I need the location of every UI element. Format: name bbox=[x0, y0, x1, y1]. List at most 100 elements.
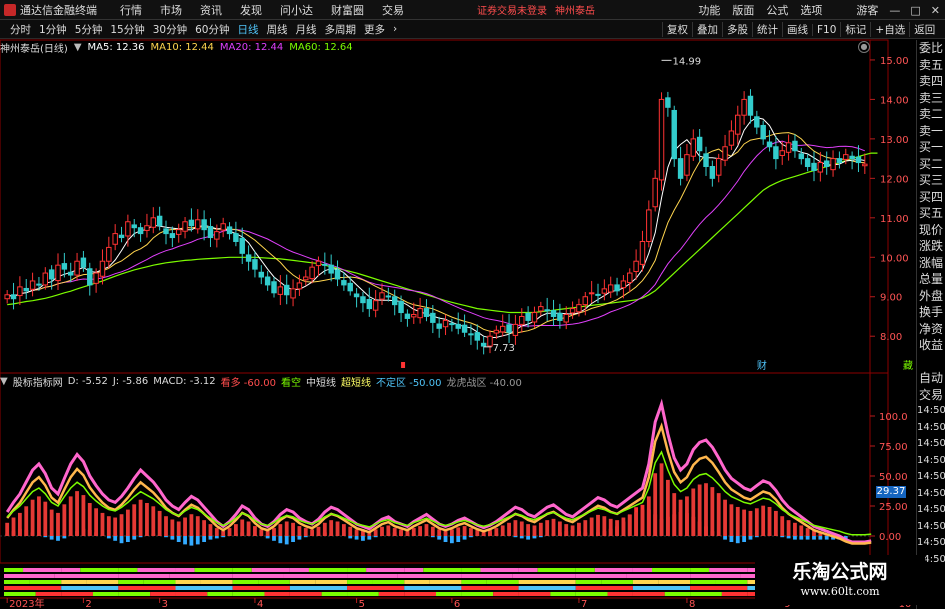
signal-ribbon-segment bbox=[404, 592, 436, 596]
signal-ribbon-segment bbox=[486, 580, 519, 584]
signal-ribbon-segment bbox=[461, 574, 513, 578]
right-panel-item[interactable]: 卖三 bbox=[917, 90, 945, 107]
candle-up bbox=[779, 150, 785, 156]
candle-up bbox=[442, 319, 449, 328]
right-panel-item[interactable]: 外盘 bbox=[917, 288, 945, 305]
right-panel-item[interactable]: 14:50 bbox=[917, 453, 945, 470]
signal-ribbon-segment bbox=[347, 580, 373, 584]
right-panel-item[interactable]: 卖一 bbox=[917, 123, 945, 140]
price-tick-label: 12.00 bbox=[880, 174, 909, 185]
candle-down bbox=[773, 146, 779, 160]
ma-info-bar: 神州泰岳(日线) ▼ MA5: 12.36 MA10: 12.44 MA20: … bbox=[0, 40, 359, 55]
right-panel-item[interactable]: 现价 bbox=[917, 222, 945, 239]
right-panel-item[interactable]: 14:50 bbox=[917, 420, 945, 437]
ma60-label: MA60: 12.64 bbox=[289, 41, 353, 53]
candle-down bbox=[226, 226, 233, 235]
chart-title: 神州泰岳(日线) bbox=[0, 43, 68, 55]
price-tick-label: 9.00 bbox=[880, 293, 902, 304]
indicator-select-icon[interactable]: ▼ bbox=[0, 376, 13, 387]
date-tick-label: 2 bbox=[85, 599, 91, 609]
candle-down bbox=[436, 323, 442, 329]
candle-up bbox=[601, 288, 608, 294]
right-panel-item[interactable]: 委比 bbox=[917, 40, 945, 57]
candle-down bbox=[36, 283, 42, 286]
right-panel-item[interactable]: 14:50 bbox=[917, 519, 945, 536]
right-panel-item[interactable]: 14:50 bbox=[917, 502, 945, 519]
right-panel-item[interactable]: 14:50 bbox=[917, 403, 945, 420]
signal-ribbon-segment bbox=[175, 568, 195, 572]
right-panel-item[interactable]: 换手 bbox=[917, 304, 945, 321]
candle-down bbox=[677, 158, 684, 179]
signal-ribbon-segment bbox=[80, 568, 119, 572]
candle-up bbox=[652, 177, 658, 208]
right-panel-item[interactable] bbox=[917, 354, 945, 371]
candle-down bbox=[156, 215, 163, 227]
right-panel-item[interactable]: 买一 bbox=[917, 139, 945, 156]
candle-up bbox=[684, 154, 690, 176]
signal-ribbon-segment bbox=[232, 586, 290, 590]
candle-up bbox=[309, 266, 315, 280]
candle-down bbox=[347, 282, 353, 292]
signal-ribbon-segment bbox=[632, 586, 691, 590]
signal-ribbon-segment bbox=[518, 580, 544, 584]
right-panel-item[interactable]: 14:50 bbox=[917, 486, 945, 503]
right-panel-item[interactable]: 14:50 bbox=[917, 469, 945, 486]
price-tick-label: 11.00 bbox=[880, 214, 909, 225]
ind-kk: 看空 bbox=[281, 377, 302, 389]
ind-lh: 龙虎战区 -40.00 bbox=[446, 377, 522, 389]
ind-tick-label: 75.00 bbox=[879, 442, 908, 453]
right-panel-item[interactable]: 买三 bbox=[917, 172, 945, 189]
signal-ribbon-segment bbox=[575, 592, 608, 596]
ind-zc: 中短线 bbox=[306, 377, 337, 389]
candle-up bbox=[862, 163, 868, 167]
right-panel-item[interactable]: 买五 bbox=[917, 205, 945, 222]
signal-ribbon-segment bbox=[632, 592, 665, 596]
candle-down bbox=[48, 269, 55, 280]
candle-down bbox=[10, 294, 17, 300]
right-panel-item[interactable]: 涨跌 bbox=[917, 238, 945, 255]
right-panel-item[interactable]: 14:50 bbox=[917, 436, 945, 453]
signal-ribbon-segment bbox=[194, 568, 233, 572]
right-panel-item[interactable]: 收益 bbox=[917, 337, 945, 354]
candle-up bbox=[144, 225, 150, 231]
candle-down bbox=[264, 276, 271, 286]
candle-down bbox=[474, 332, 481, 341]
candle-down bbox=[322, 263, 328, 266]
right-panel-item[interactable]: 卖二 bbox=[917, 106, 945, 123]
candle-up bbox=[588, 292, 595, 295]
right-panel-item[interactable]: 14:50 bbox=[917, 535, 945, 552]
signal-ribbon-segment bbox=[264, 592, 290, 596]
candle-up bbox=[538, 306, 544, 312]
right-panel-item[interactable]: 卖四 bbox=[917, 73, 945, 90]
settings-icon[interactable]: ● bbox=[858, 41, 870, 53]
signal-ribbon-segment bbox=[461, 580, 487, 584]
ind-xd: 看多 -60.00 bbox=[220, 377, 277, 389]
candle-up bbox=[4, 294, 10, 300]
event-marker: 藏 bbox=[903, 360, 913, 372]
signal-ribbon-segment bbox=[232, 580, 259, 584]
kline-chart[interactable]: 15.00 14.00 13.00 12.00 11.00 10.00 9.00 8.00 10… bbox=[0, 0, 945, 609]
candle-up bbox=[576, 304, 582, 313]
right-panel-item[interactable]: 自动 bbox=[917, 370, 945, 387]
candle-up bbox=[646, 209, 652, 242]
candle-down bbox=[595, 293, 601, 296]
ind-tick-label: 100.0 bbox=[879, 412, 908, 423]
indicator-bar: ▼ 股标指标网 D: -5.52 J: -5.86 MACD: -3.12 看多… bbox=[0, 374, 527, 389]
indicator-name[interactable]: 股标指标网 bbox=[13, 374, 68, 389]
right-panel-item[interactable]: 卖五 bbox=[917, 57, 945, 74]
watermark-url: www.60lt.com bbox=[800, 585, 880, 598]
ind-d: D: -5.52 bbox=[67, 375, 108, 387]
ma10-label: MA10: 12.44 bbox=[150, 41, 214, 53]
collapse-icon[interactable]: ▼ bbox=[74, 42, 88, 53]
right-panel-item[interactable]: 买四 bbox=[917, 189, 945, 206]
signal-ribbon-segment bbox=[4, 592, 36, 596]
candle-up bbox=[277, 286, 284, 295]
right-panel-item[interactable]: 买二 bbox=[917, 156, 945, 173]
candle-down bbox=[163, 228, 169, 235]
right-panel-item[interactable]: 净资 bbox=[917, 321, 945, 338]
right-panel-item[interactable]: 交易 bbox=[917, 387, 945, 404]
right-panel-item[interactable]: 涨幅 bbox=[917, 255, 945, 272]
signal-ribbon-segment bbox=[347, 586, 405, 590]
candle-up bbox=[607, 284, 614, 293]
right-panel-item[interactable]: 总量 bbox=[917, 271, 945, 288]
